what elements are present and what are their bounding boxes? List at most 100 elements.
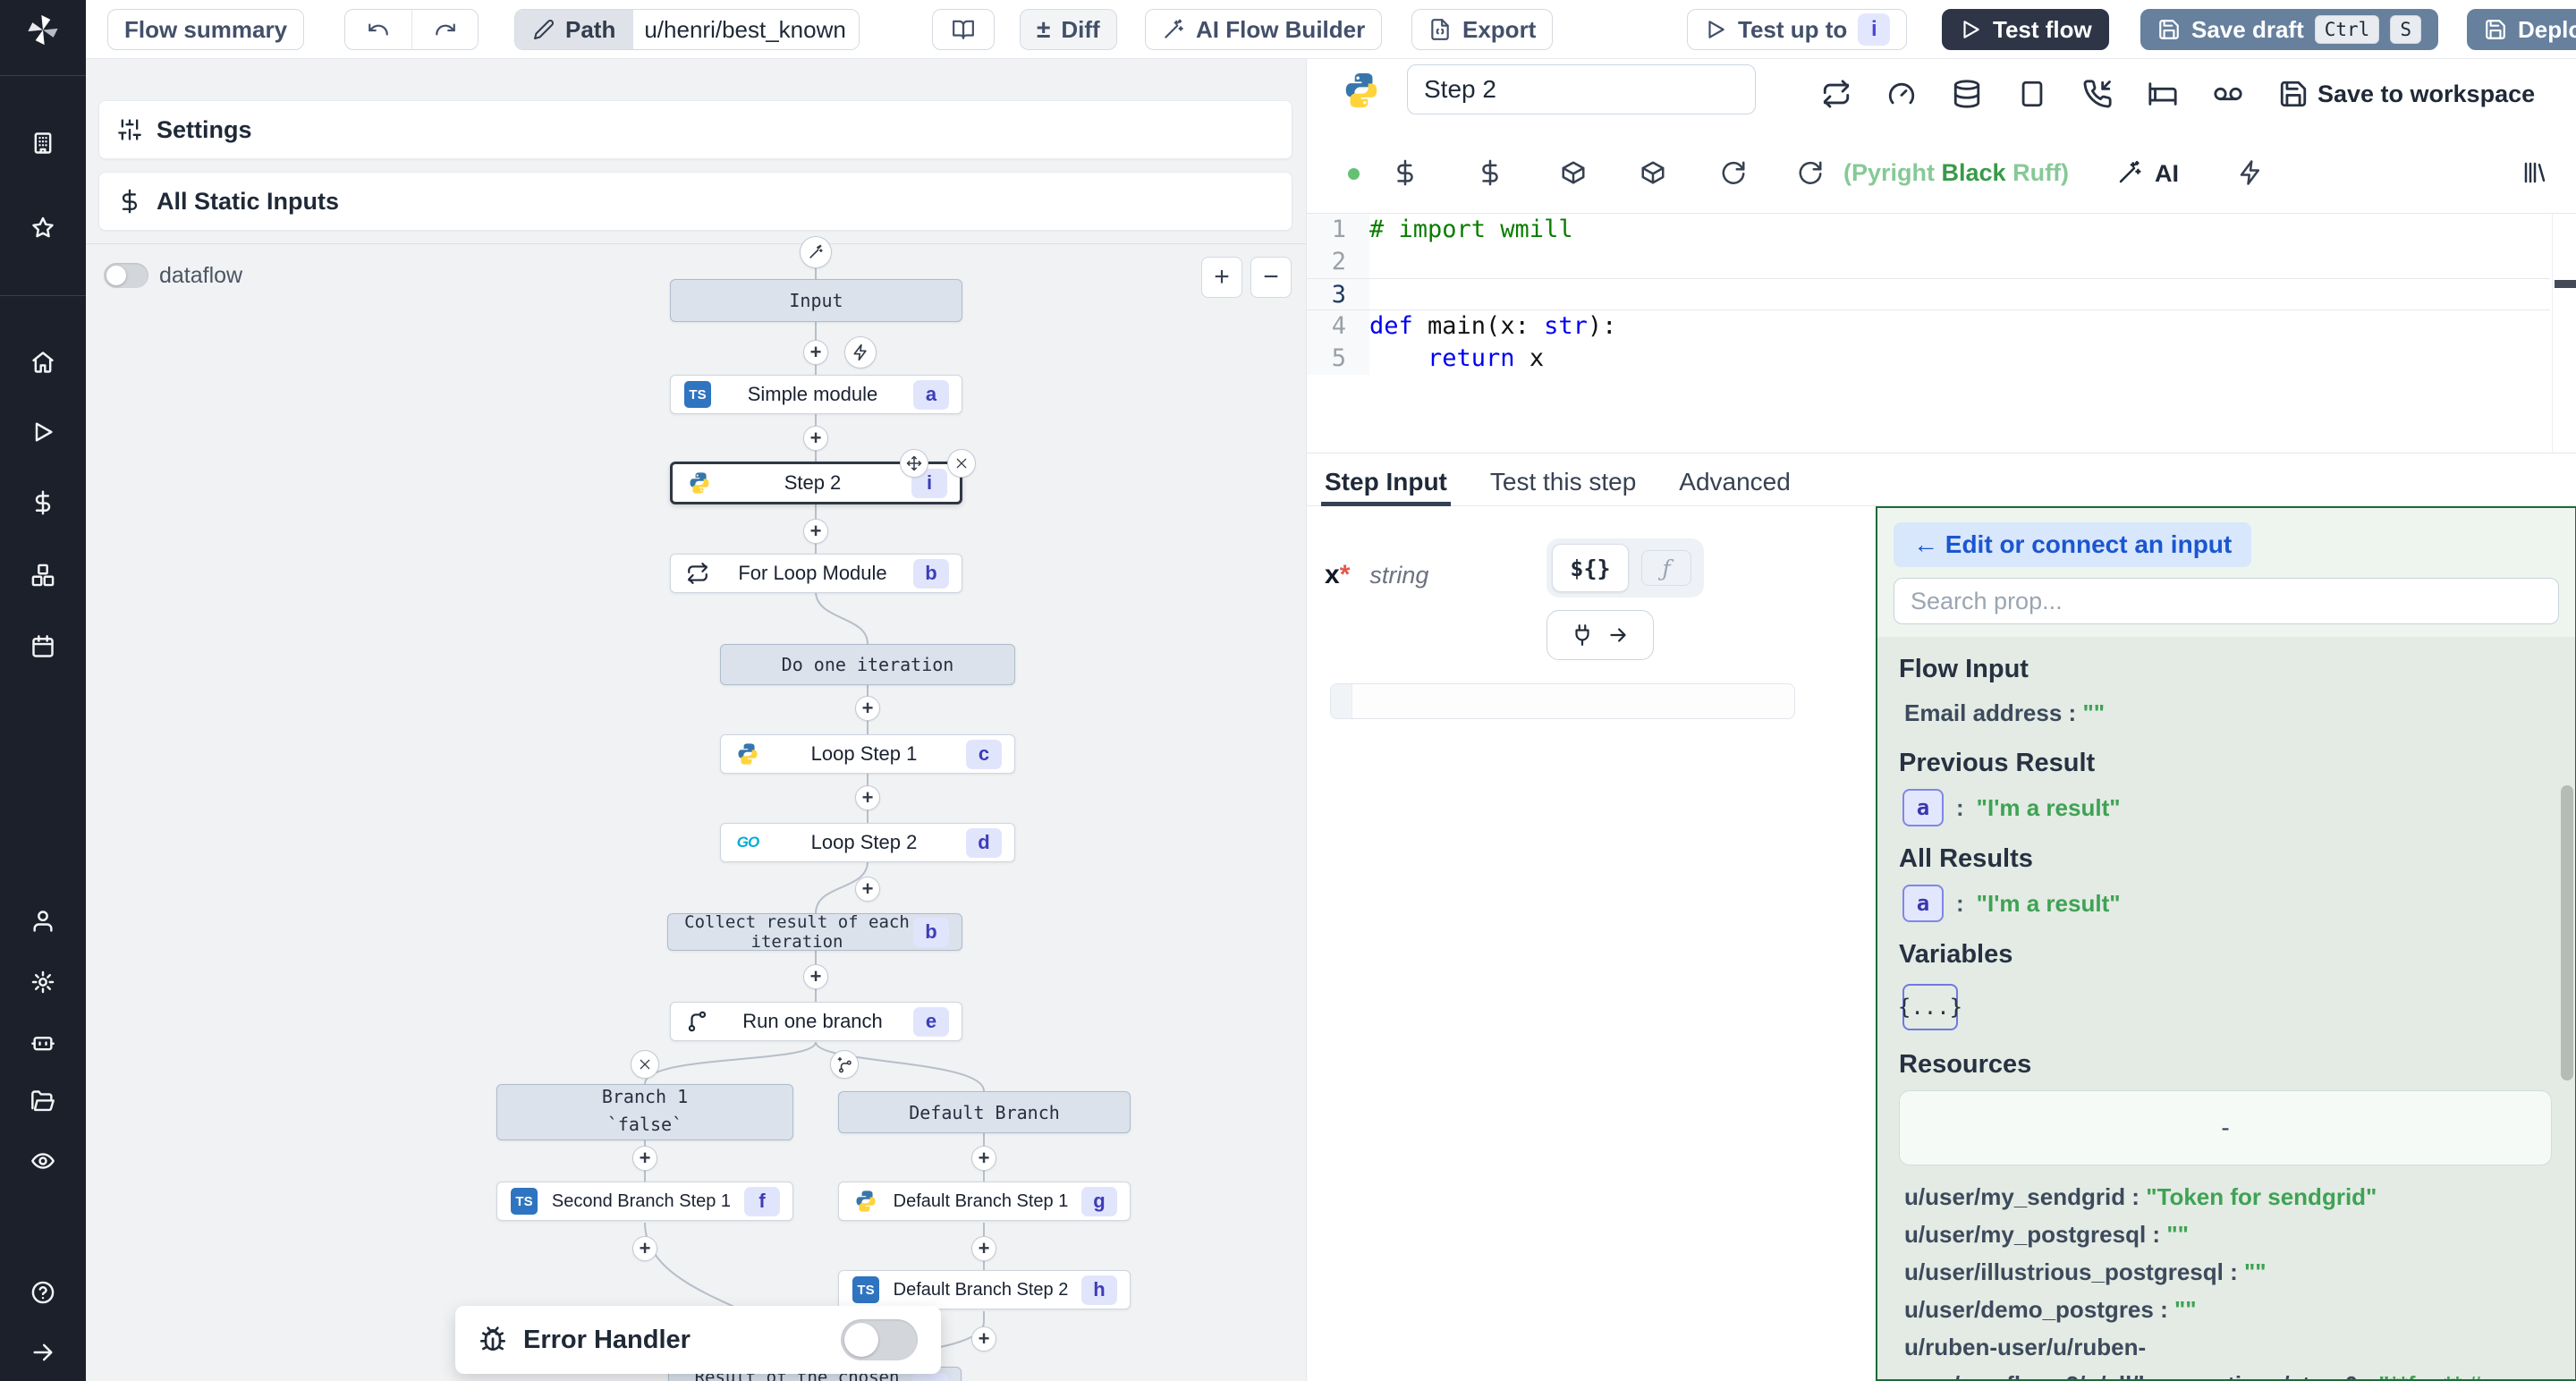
voicemail-icon[interactable] <box>2213 79 2243 109</box>
resource-row[interactable]: u/ruben-user/u/ruben-user/my_flow_2/g/al… <box>1904 1328 2554 1379</box>
graph-node-collect-result[interactable]: Collect result of each iteration b <box>667 913 962 951</box>
resources-empty-box[interactable]: - <box>1899 1090 2552 1165</box>
add-step-icon[interactable]: + <box>803 426 828 451</box>
package-icon[interactable] <box>1640 159 1666 186</box>
add-branch-icon[interactable] <box>830 1050 859 1079</box>
save-icon[interactable] <box>2278 79 2309 109</box>
ai-label[interactable]: AI <box>2155 160 2179 188</box>
database-icon[interactable] <box>1952 79 1982 109</box>
wand-icon[interactable] <box>2116 159 2143 186</box>
graph-node-do-one-iteration[interactable]: Do one iteration <box>720 644 1015 685</box>
graph-node-branch1[interactable]: Branch 1 `false` <box>496 1084 793 1140</box>
template-mode-button[interactable]: ${} <box>1552 544 1629 592</box>
sidebar-item-help[interactable] <box>30 1280 55 1305</box>
resource-row[interactable]: u/user/demo_postgres : "" <box>1904 1291 2554 1328</box>
add-step-icon[interactable]: + <box>855 696 880 721</box>
sidebar-item-folders[interactable] <box>30 1089 55 1114</box>
editor-line[interactable]: 1# import wmill <box>1307 214 2550 246</box>
test-flow-button[interactable]: Test flow <box>1942 9 2109 50</box>
flow-input-row[interactable]: Email address : "" <box>1904 695 2554 731</box>
editor-line[interactable]: 2 <box>1307 246 2550 278</box>
connect-input-button[interactable] <box>1546 610 1654 660</box>
zoom-out-button[interactable]: − <box>1250 257 1292 298</box>
error-handler-toggle[interactable] <box>841 1319 918 1360</box>
add-step-icon[interactable]: + <box>855 877 880 902</box>
dollar-icon[interactable] <box>1392 159 1419 186</box>
assistants-badge[interactable]: (Pyright Black Ruff) <box>1843 159 2069 187</box>
sidebar-item-variables[interactable] <box>30 490 55 515</box>
sidebar-item-audit-logs[interactable] <box>30 1148 55 1173</box>
zap-icon[interactable] <box>2237 159 2264 186</box>
path-input[interactable] <box>633 10 859 49</box>
tab-test-this-step[interactable]: Test this step <box>1490 458 1636 505</box>
zoom-in-button[interactable]: + <box>1201 257 1242 298</box>
graph-node-default-branch-step1[interactable]: Default Branch Step 1 g <box>838 1182 1131 1221</box>
diff-button[interactable]: ± Diff <box>1020 9 1117 50</box>
add-step-icon[interactable]: + <box>971 1236 996 1261</box>
editor-scrollbar[interactable] <box>2552 214 2576 453</box>
dollar-icon[interactable] <box>1477 159 1504 186</box>
graph-node-loop-step2[interactable]: GO Loop Step 2 d <box>720 823 1015 862</box>
sidebar-item-schedules[interactable] <box>30 634 55 659</box>
save-draft-button[interactable]: Save draft Ctrl S <box>2140 9 2438 50</box>
graph-node-default-branch[interactable]: Default Branch <box>838 1091 1131 1133</box>
ai-step-wand-icon[interactable] <box>800 236 832 268</box>
resource-row[interactable]: u/user/my_postgresql : "" <box>1904 1216 2554 1253</box>
tab-advanced[interactable]: Advanced <box>1679 458 1791 505</box>
add-step-icon[interactable]: + <box>632 1146 657 1171</box>
sidebar-item-runs[interactable] <box>30 419 55 445</box>
step-name-input[interactable] <box>1407 64 1756 114</box>
trigger-bolt-icon[interactable] <box>844 336 877 369</box>
all-results-row[interactable]: a : "I'm a result" <box>1902 885 2554 922</box>
gauge-icon[interactable] <box>1886 79 1917 109</box>
phone-icon[interactable] <box>2082 79 2113 109</box>
export-button[interactable]: Export <box>1411 9 1553 50</box>
save-to-workspace-button[interactable]: Save to workspace <box>2318 80 2535 108</box>
graph-node-simple-module[interactable]: TS Simple module a <box>670 375 962 414</box>
test-up-to-button[interactable]: Test up to i <box>1687 9 1907 50</box>
redo-button[interactable] <box>411 10 478 49</box>
add-step-icon[interactable]: + <box>971 1146 996 1171</box>
add-step-icon[interactable]: + <box>632 1236 657 1261</box>
result-badge[interactable]: a <box>1902 885 1944 922</box>
variables-badge[interactable]: {...} <box>1902 984 1958 1030</box>
prop-panel-scrollbar[interactable] <box>2561 785 2573 1080</box>
edit-or-connect-button[interactable]: ← Edit or connect an input <box>1894 522 2251 567</box>
rotate-icon[interactable] <box>1720 159 1747 186</box>
dataflow-toggle[interactable] <box>104 263 148 288</box>
flow-settings-card[interactable]: Settings <box>98 100 1292 159</box>
cache-refresh-icon[interactable] <box>1821 79 1852 109</box>
add-step-icon[interactable]: + <box>803 519 828 544</box>
add-step-icon[interactable]: + <box>803 340 828 365</box>
rotate-icon[interactable] <box>1797 159 1824 186</box>
move-step-icon[interactable] <box>900 449 928 478</box>
deploy-button[interactable]: Deploy <box>2467 9 2576 50</box>
result-badge[interactable]: a <box>1902 789 1944 826</box>
sidebar-expand-icon[interactable] <box>30 1340 55 1365</box>
argument-value-input[interactable] <box>1330 683 1795 719</box>
sidebar-item-resources[interactable] <box>30 563 55 588</box>
sidebar-item-favorites[interactable] <box>30 216 55 241</box>
sidebar-item-workers[interactable] <box>30 1029 55 1055</box>
graph-node-for-loop[interactable]: For Loop Module b <box>670 554 962 593</box>
add-step-icon[interactable]: + <box>971 1326 996 1351</box>
library-icon[interactable] <box>2521 159 2548 186</box>
code-editor[interactable]: 1# import wmill234def main(x: str):5 ret… <box>1307 214 2550 453</box>
flow-summary-button[interactable]: Flow summary <box>107 9 304 50</box>
tab-step-input[interactable]: Step Input <box>1325 458 1447 505</box>
graph-node-second-branch-step1[interactable]: TS Second Branch Step 1 f <box>496 1182 793 1221</box>
function-mode-button[interactable]: ƒ <box>1641 550 1691 586</box>
undo-button[interactable] <box>345 10 411 49</box>
remove-branch-icon[interactable] <box>631 1050 659 1079</box>
sleep-bed-icon[interactable] <box>2148 79 2178 109</box>
sidebar-item-users[interactable] <box>30 909 55 934</box>
package-icon[interactable] <box>1560 159 1587 186</box>
graph-node-input[interactable]: Input <box>670 279 962 322</box>
all-static-inputs-card[interactable]: All Static Inputs <box>98 172 1292 231</box>
add-step-icon[interactable]: + <box>803 964 828 989</box>
docs-button[interactable] <box>932 9 995 50</box>
editor-line[interactable]: 4def main(x: str): <box>1307 310 2550 343</box>
editor-line[interactable]: 3 <box>1307 278 2550 310</box>
sidebar-item-settings[interactable] <box>30 970 55 995</box>
previous-result-row[interactable]: a : "I'm a result" <box>1902 789 2554 826</box>
